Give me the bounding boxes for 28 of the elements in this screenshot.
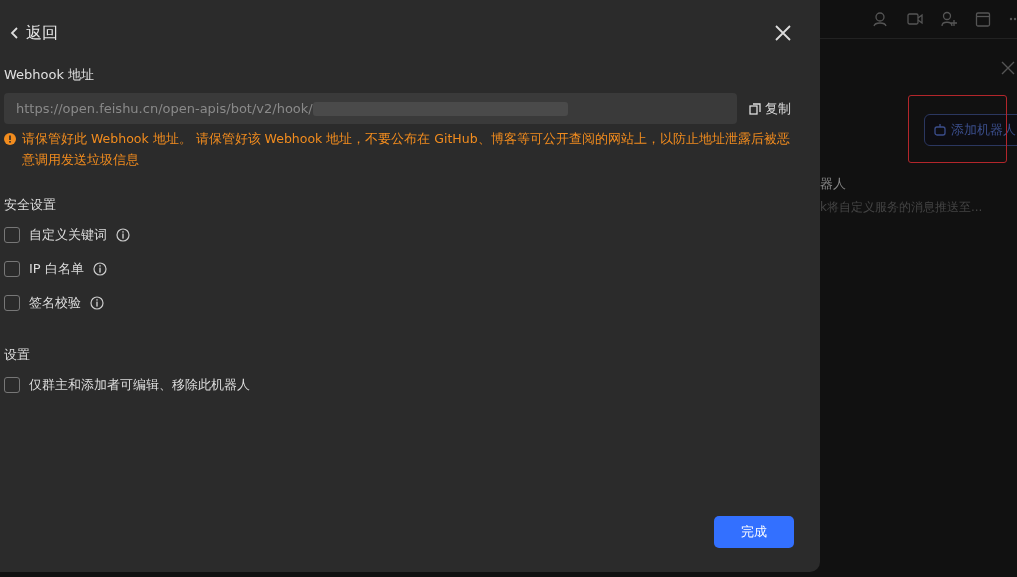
chevron-left-icon [10, 26, 20, 40]
checkbox[interactable] [4, 227, 20, 243]
done-button[interactable]: 完成 [714, 516, 794, 548]
calendar-icon[interactable] [975, 11, 991, 27]
checkbox[interactable] [4, 377, 20, 393]
copy-icon [749, 102, 761, 115]
section-title: 安全设置 [4, 196, 57, 214]
checkbox[interactable] [4, 295, 20, 311]
robot-icon [933, 123, 947, 137]
section-title: 设置 [4, 346, 31, 364]
field-label: Webhook 地址 [4, 66, 96, 84]
url-field[interactable]: https://open.feishu.cn/open-apis/bot/v2/hook/ [4, 93, 737, 124]
add-person-icon[interactable] [941, 11, 957, 27]
back-button[interactable]: 返回 [10, 22, 58, 44]
copy-button[interactable]: 复制 [749, 99, 791, 118]
url-text: https://open.feishu.cn/open-apis/bot/v2/hook/ [16, 101, 313, 116]
checkbox-label: 自定义关键词 [29, 226, 107, 244]
video-icon[interactable] [907, 11, 923, 27]
info-icon[interactable] [116, 228, 130, 242]
robot-title: 器人 [820, 175, 847, 193]
info-icon[interactable] [92, 262, 107, 276]
checkbox[interactable] [4, 261, 20, 277]
warning-text: 请保管好此 Webhook 地址。 请保管好该 Webhook 地址，不要公布在 GitHub、博客等可公开查阅的网站上，以防止地址泄露后被恶意调用发送垃圾信息 [22, 130, 791, 169]
checkbox-label: IP 白名单 [29, 260, 84, 278]
checkbox-label: 仅群主和添加者可编辑、移除此机器人 [29, 376, 250, 394]
checkbox-label: 签名校验 [29, 294, 81, 312]
info-icon[interactable] [90, 296, 104, 310]
warning-icon [4, 133, 16, 145]
